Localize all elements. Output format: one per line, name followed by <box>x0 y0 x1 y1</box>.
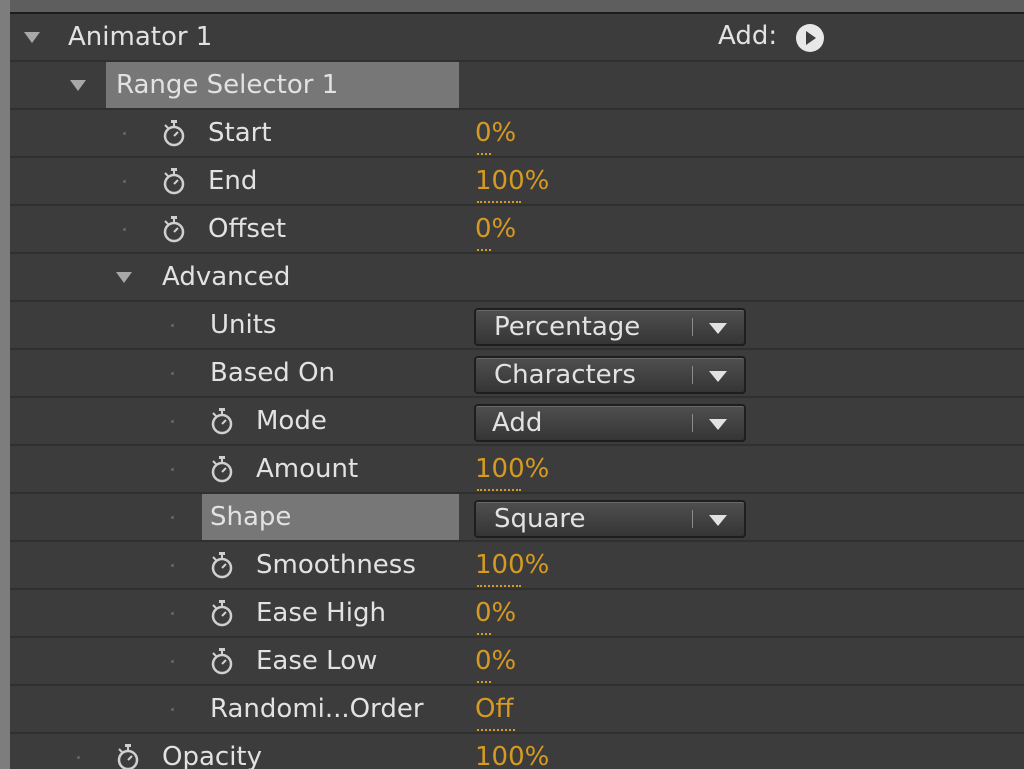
tree-dot <box>171 564 174 567</box>
offset-value[interactable]: 0% <box>475 211 516 251</box>
tree-dot <box>171 468 174 471</box>
mode-label: Mode <box>256 406 327 436</box>
twirl-down-icon[interactable] <box>70 80 86 91</box>
units-label: Units <box>210 310 277 340</box>
stopwatch-icon[interactable] <box>210 552 234 580</box>
property-row-randomize-order: Randomi...Order Off <box>10 686 1024 734</box>
smoothness-value[interactable]: 100% <box>475 547 549 587</box>
property-row-opacity: Opacity 100% <box>10 734 1024 769</box>
opacity-label: Opacity <box>162 742 263 769</box>
timeline-properties-panel: Animator 1 Add: Range Selector 1 Start 0… <box>10 0 1024 769</box>
ease-high-label: Ease High <box>256 598 386 628</box>
dropdown-separator <box>692 366 693 384</box>
property-row-shape: Shape Square <box>10 494 1024 542</box>
stopwatch-icon[interactable] <box>210 600 234 628</box>
end-label: End <box>208 166 258 196</box>
twirl-down-icon[interactable] <box>24 32 40 43</box>
property-row-ease-high: Ease High 0% <box>10 590 1024 638</box>
property-row-smoothness: Smoothness 100% <box>10 542 1024 590</box>
amount-label: Amount <box>256 454 359 484</box>
dropdown-separator <box>692 510 693 528</box>
property-row-advanced: Advanced <box>10 254 1024 302</box>
tree-dot <box>171 660 174 663</box>
ease-high-value[interactable]: 0% <box>475 595 516 635</box>
stopwatch-icon[interactable] <box>162 216 186 244</box>
stopwatch-icon[interactable] <box>162 120 186 148</box>
panel-top-bar <box>10 0 1024 12</box>
stopwatch-icon[interactable] <box>162 168 186 196</box>
tree-dot <box>123 180 126 183</box>
advanced-label[interactable]: Advanced <box>162 259 290 295</box>
chevron-down-icon <box>709 371 727 382</box>
end-value[interactable]: 100% <box>475 163 549 203</box>
shape-selected-value: Square <box>494 504 586 534</box>
tree-dot <box>171 612 174 615</box>
offset-label: Offset <box>208 214 287 244</box>
based-on-dropdown[interactable]: Characters <box>474 356 746 394</box>
shape-dropdown[interactable]: Square <box>474 500 746 538</box>
property-row-units: Units Percentage <box>10 302 1024 350</box>
property-row-based-on: Based On Characters <box>10 350 1024 398</box>
start-label: Start <box>208 118 272 148</box>
tree-dot <box>171 420 174 423</box>
tree-dot <box>77 756 80 759</box>
stopwatch-icon[interactable] <box>116 744 140 769</box>
range-selector-label[interactable]: Range Selector 1 <box>116 67 338 103</box>
add-label: Add: <box>718 21 778 51</box>
ease-low-value[interactable]: 0% <box>475 643 516 683</box>
tree-dot <box>123 228 126 231</box>
property-row-offset: Offset 0% <box>10 206 1024 254</box>
animator-label[interactable]: Animator 1 <box>68 19 212 55</box>
tree-dot <box>171 708 174 711</box>
amount-value[interactable]: 100% <box>475 451 549 491</box>
units-dropdown[interactable]: Percentage <box>474 308 746 346</box>
chevron-down-icon <box>709 323 727 334</box>
property-row-mode: Mode Add <box>10 398 1024 446</box>
ease-low-label: Ease Low <box>256 646 378 676</box>
property-row-ease-low: Ease Low 0% <box>10 638 1024 686</box>
property-row-end: End 100% <box>10 158 1024 206</box>
tree-dot <box>171 372 174 375</box>
mode-selected-value: Add <box>492 408 543 438</box>
opacity-value[interactable]: 100% <box>475 739 549 769</box>
tree-dot <box>171 324 174 327</box>
property-row-start: Start 0% <box>10 110 1024 158</box>
stopwatch-icon[interactable] <box>210 456 234 484</box>
randomize-order-value[interactable]: Off <box>475 691 515 731</box>
play-arrow-icon[interactable] <box>796 24 824 52</box>
twirl-down-icon[interactable] <box>116 272 132 283</box>
stopwatch-icon[interactable] <box>210 648 234 676</box>
mode-dropdown[interactable]: Add <box>474 404 746 442</box>
property-row-animator: Animator 1 Add: <box>10 14 1024 62</box>
units-selected-value: Percentage <box>494 312 641 342</box>
based-on-selected-value: Characters <box>494 360 636 390</box>
randomize-order-label: Randomi...Order <box>210 694 424 724</box>
tree-dot <box>123 132 126 135</box>
chevron-down-icon <box>709 515 727 526</box>
tree-dot <box>171 516 174 519</box>
dropdown-separator <box>692 414 693 432</box>
stopwatch-icon[interactable] <box>210 408 234 436</box>
smoothness-label: Smoothness <box>256 550 416 580</box>
property-row-amount: Amount 100% <box>10 446 1024 494</box>
dropdown-separator <box>692 318 693 336</box>
chevron-down-icon <box>709 419 727 430</box>
shape-label[interactable]: Shape <box>210 499 291 535</box>
based-on-label: Based On <box>210 358 336 388</box>
property-row-range-selector: Range Selector 1 <box>10 62 1024 110</box>
start-value[interactable]: 0% <box>475 115 516 155</box>
